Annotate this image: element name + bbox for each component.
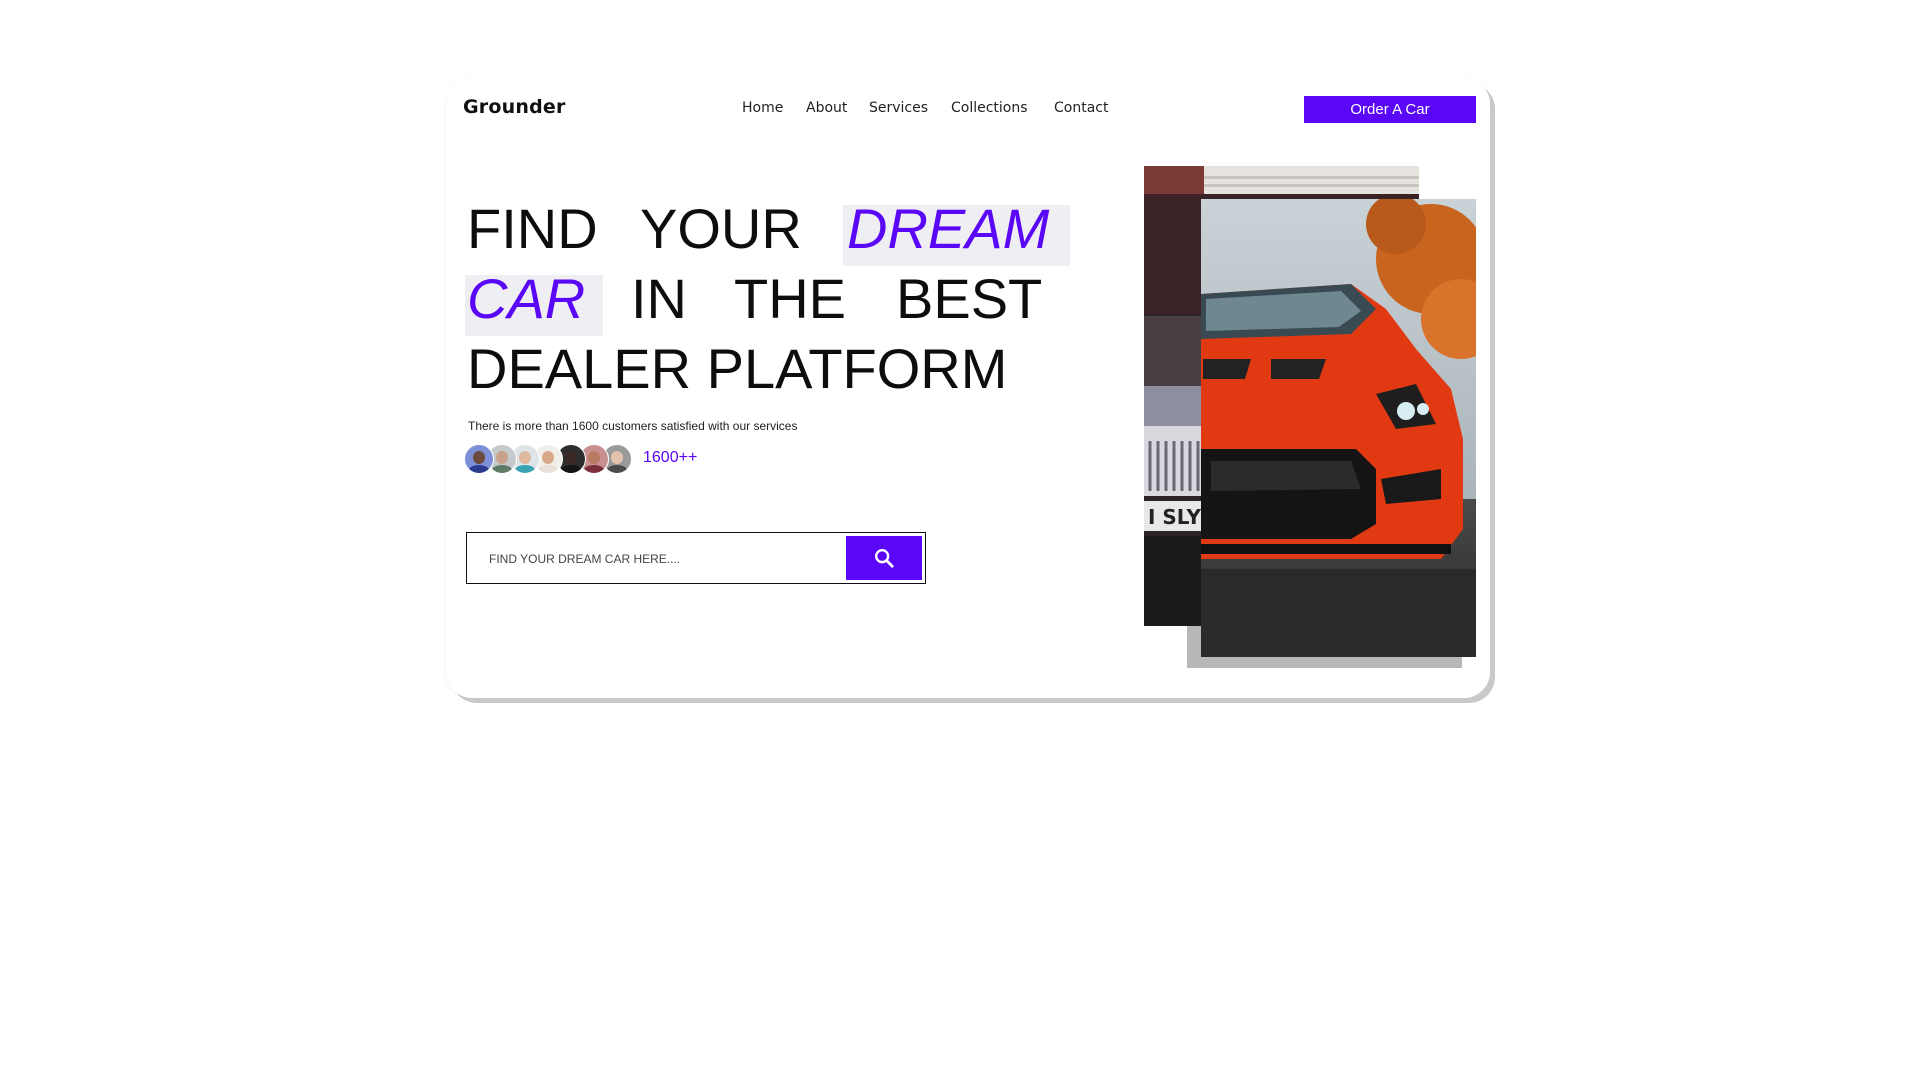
avatar-face bbox=[473, 451, 485, 464]
nav-services[interactable]: Services bbox=[869, 100, 928, 116]
avatar-face bbox=[542, 451, 554, 464]
nav-home[interactable]: Home bbox=[742, 100, 783, 116]
brand-logo[interactable]: Grounder bbox=[463, 96, 566, 118]
avatar-face bbox=[519, 451, 531, 464]
avatar-body bbox=[537, 465, 559, 473]
headline-word: DEALER PLATFORM bbox=[467, 337, 1008, 400]
search-button[interactable] bbox=[846, 536, 922, 580]
car-search-bar bbox=[466, 532, 926, 584]
headline-accent-word: CAR bbox=[467, 267, 586, 330]
headline-accent-word: DREAM bbox=[847, 197, 1050, 260]
avatar-face bbox=[565, 451, 577, 464]
headline-line-2: CAR IN THE BEST bbox=[465, 264, 1057, 336]
avatar-face bbox=[496, 451, 508, 464]
avatar-body bbox=[491, 465, 513, 473]
order-car-button[interactable]: Order A Car bbox=[1304, 96, 1476, 123]
customer-avatar bbox=[464, 444, 494, 474]
headline-word: FIND bbox=[467, 197, 598, 260]
headline-word: YOUR bbox=[640, 197, 802, 260]
avatar-body bbox=[606, 465, 628, 473]
search-input[interactable] bbox=[487, 545, 811, 573]
search-icon bbox=[875, 549, 894, 568]
avatar-body bbox=[514, 465, 536, 473]
headline-word: THE bbox=[734, 267, 846, 330]
headline-word: BEST bbox=[896, 267, 1043, 330]
avatar-face bbox=[588, 451, 600, 464]
headline-word: IN bbox=[631, 267, 687, 330]
avatar-body bbox=[560, 465, 582, 473]
nav-about[interactable]: About bbox=[806, 100, 847, 116]
hero-tagline: There is more than 1600 customers satisf… bbox=[468, 419, 798, 433]
headline-line-3: DEALER PLATFORM bbox=[467, 334, 1057, 404]
nav-collections[interactable]: Collections bbox=[951, 100, 1028, 116]
red-sports-car-image bbox=[1201, 199, 1476, 657]
headline-line-1: FIND YOUR DREAM bbox=[467, 194, 1070, 266]
nav-contact[interactable]: Contact bbox=[1054, 100, 1108, 116]
avatar-body bbox=[468, 465, 490, 473]
red-sports-car-photo bbox=[1201, 199, 1476, 657]
customer-count: 1600++ bbox=[643, 449, 698, 466]
avatar-face bbox=[611, 451, 623, 464]
avatar-body bbox=[583, 465, 605, 473]
plate-text: I SLY bbox=[1148, 505, 1201, 529]
